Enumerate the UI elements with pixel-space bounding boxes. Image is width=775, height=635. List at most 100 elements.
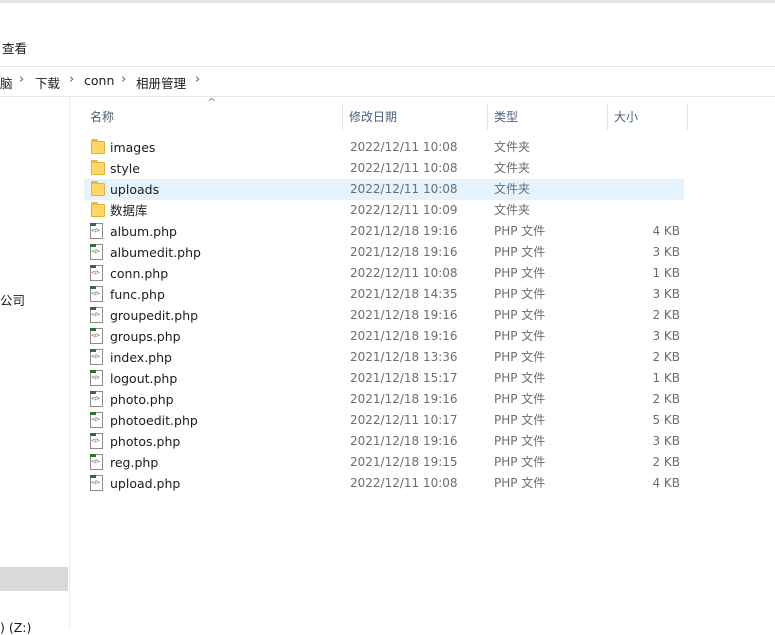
- php-file-icon: [90, 349, 103, 365]
- file-size: 4 KB: [652, 224, 680, 238]
- chevron-right-icon[interactable]: ›: [69, 72, 74, 87]
- file-type: PHP 文件: [494, 266, 546, 280]
- file-row[interactable]: index.php 2021/12/18 13:36 PHP 文件 2 KB: [84, 347, 684, 368]
- php-file-icon: [90, 244, 103, 260]
- breadcrumb-item[interactable]: 脑: [0, 73, 13, 92]
- breadcrumb-item[interactable]: conn: [84, 73, 114, 88]
- folder-row[interactable]: 数据库 2022/12/11 10:09 文件夹: [84, 200, 684, 221]
- column-header-date[interactable]: 修改日期: [343, 104, 487, 130]
- file-type: 文件夹: [494, 182, 531, 196]
- file-row[interactable]: photo.php 2021/12/18 19:16 PHP 文件 2 KB: [84, 389, 684, 410]
- file-type: 文件夹: [494, 203, 531, 217]
- file-type: PHP 文件: [494, 371, 546, 385]
- file-type: PHP 文件: [494, 245, 546, 259]
- column-divider[interactable]: [687, 104, 688, 130]
- column-header-row: 名称 修改日期 类型 大小: [84, 104, 688, 130]
- file-date: 2021/12/18 19:16: [350, 224, 458, 238]
- file-row[interactable]: albumedit.php 2021/12/18 19:16 PHP 文件 3 KB: [84, 242, 684, 263]
- file-size: 2 KB: [652, 308, 680, 322]
- file-name: groupedit.php: [110, 308, 199, 323]
- file-name: conn.php: [110, 266, 169, 281]
- file-name: reg.php: [110, 455, 159, 470]
- file-type: 文件夹: [494, 161, 531, 175]
- file-row[interactable]: upload.php 2022/12/11 10:08 PHP 文件 4 KB: [84, 473, 684, 494]
- file-size: 2 KB: [652, 455, 680, 469]
- file-row[interactable]: groupedit.php 2021/12/18 19:16 PHP 文件 2 KB: [84, 305, 684, 326]
- file-size: 4 KB: [652, 476, 680, 490]
- navigation-pane[interactable]: 公司 ) (Z:): [0, 96, 70, 635]
- file-name: photoedit.php: [110, 413, 198, 428]
- file-row[interactable]: logout.php 2021/12/18 15:17 PHP 文件 1 KB: [84, 368, 684, 389]
- php-file-icon: [90, 454, 103, 470]
- address-bar[interactable]: 脑 › 下载 › conn › 相册管理 ›: [0, 66, 775, 97]
- file-date: 2022/12/11 10:17: [350, 413, 458, 427]
- file-date: 2022/12/11 10:08: [350, 140, 458, 154]
- file-type: PHP 文件: [494, 308, 546, 322]
- php-file-icon: [90, 475, 103, 491]
- column-header-size[interactable]: 大小: [608, 104, 687, 130]
- file-date: 2022/12/11 10:09: [350, 203, 458, 217]
- file-type: PHP 文件: [494, 224, 546, 238]
- file-type: PHP 文件: [494, 287, 546, 301]
- column-header-type[interactable]: 类型: [488, 104, 607, 130]
- php-file-icon: [90, 223, 103, 239]
- chevron-right-icon[interactable]: ›: [121, 72, 126, 87]
- file-row[interactable]: groups.php 2021/12/18 19:16 PHP 文件 3 KB: [84, 326, 684, 347]
- file-size: 3 KB: [652, 287, 680, 301]
- folder-icon: [91, 139, 105, 154]
- file-date: 2022/12/11 10:08: [350, 161, 458, 175]
- file-type: PHP 文件: [494, 329, 546, 343]
- file-name: album.php: [110, 224, 177, 239]
- column-header-name[interactable]: 名称: [84, 104, 342, 130]
- ribbon-tab-view[interactable]: 查看: [2, 38, 27, 57]
- folder-row[interactable]: images 2022/12/11 10:08 文件夹: [84, 137, 684, 158]
- window-top-edge: [0, 0, 775, 3]
- php-file-icon: [90, 412, 103, 428]
- file-type: PHP 文件: [494, 350, 546, 364]
- file-name: index.php: [110, 350, 172, 365]
- file-size: 3 KB: [652, 434, 680, 448]
- file-name: upload.php: [110, 476, 181, 491]
- file-type: PHP 文件: [494, 476, 546, 490]
- php-file-icon: [90, 265, 103, 281]
- folder-icon: [91, 160, 105, 175]
- file-row[interactable]: photos.php 2021/12/18 19:16 PHP 文件 3 KB: [84, 431, 684, 452]
- file-row[interactable]: reg.php 2021/12/18 19:15 PHP 文件 2 KB: [84, 452, 684, 473]
- file-name: style: [110, 161, 140, 176]
- file-size: 1 KB: [652, 266, 680, 280]
- breadcrumb-item-current[interactable]: 相册管理: [136, 73, 186, 92]
- file-name: logout.php: [110, 371, 178, 386]
- nav-item-selected[interactable]: [0, 567, 68, 591]
- file-row[interactable]: album.php 2021/12/18 19:16 PHP 文件 4 KB: [84, 221, 684, 242]
- file-name: photo.php: [110, 392, 174, 407]
- file-date: 2022/12/11 10:08: [350, 182, 458, 196]
- php-file-icon: [90, 433, 103, 449]
- folder-icon: [91, 181, 105, 196]
- file-row[interactable]: func.php 2021/12/18 14:35 PHP 文件 3 KB: [84, 284, 684, 305]
- file-date: 2021/12/18 19:16: [350, 434, 458, 448]
- php-file-icon: [90, 286, 103, 302]
- file-name: photos.php: [110, 434, 181, 449]
- file-type: PHP 文件: [494, 413, 546, 427]
- file-date: 2022/12/11 10:08: [350, 476, 458, 490]
- file-name: func.php: [110, 287, 165, 302]
- file-date: 2021/12/18 19:16: [350, 245, 458, 259]
- nav-item-drive[interactable]: ) (Z:): [0, 620, 31, 635]
- file-name: uploads: [110, 182, 160, 197]
- folder-row[interactable]: style 2022/12/11 10:08 文件夹: [84, 158, 684, 179]
- file-size: 5 KB: [652, 413, 680, 427]
- php-file-icon: [90, 391, 103, 407]
- nav-item-company[interactable]: 公司: [0, 290, 25, 309]
- folder-row[interactable]: uploads 2022/12/11 10:08 文件夹: [84, 179, 684, 200]
- file-date: 2021/12/18 14:35: [350, 287, 458, 301]
- chevron-right-icon[interactable]: ›: [195, 72, 200, 87]
- file-row[interactable]: photoedit.php 2022/12/11 10:17 PHP 文件 5 KB: [84, 410, 684, 431]
- breadcrumb-item[interactable]: 下载: [35, 73, 60, 92]
- file-date: 2021/12/18 19:15: [350, 455, 458, 469]
- file-size: 3 KB: [652, 329, 680, 343]
- file-row[interactable]: conn.php 2022/12/11 10:08 PHP 文件 1 KB: [84, 263, 684, 284]
- chevron-right-icon[interactable]: ›: [19, 72, 24, 87]
- php-file-icon: [90, 328, 103, 344]
- file-type: PHP 文件: [494, 455, 546, 469]
- file-size: 2 KB: [652, 350, 680, 364]
